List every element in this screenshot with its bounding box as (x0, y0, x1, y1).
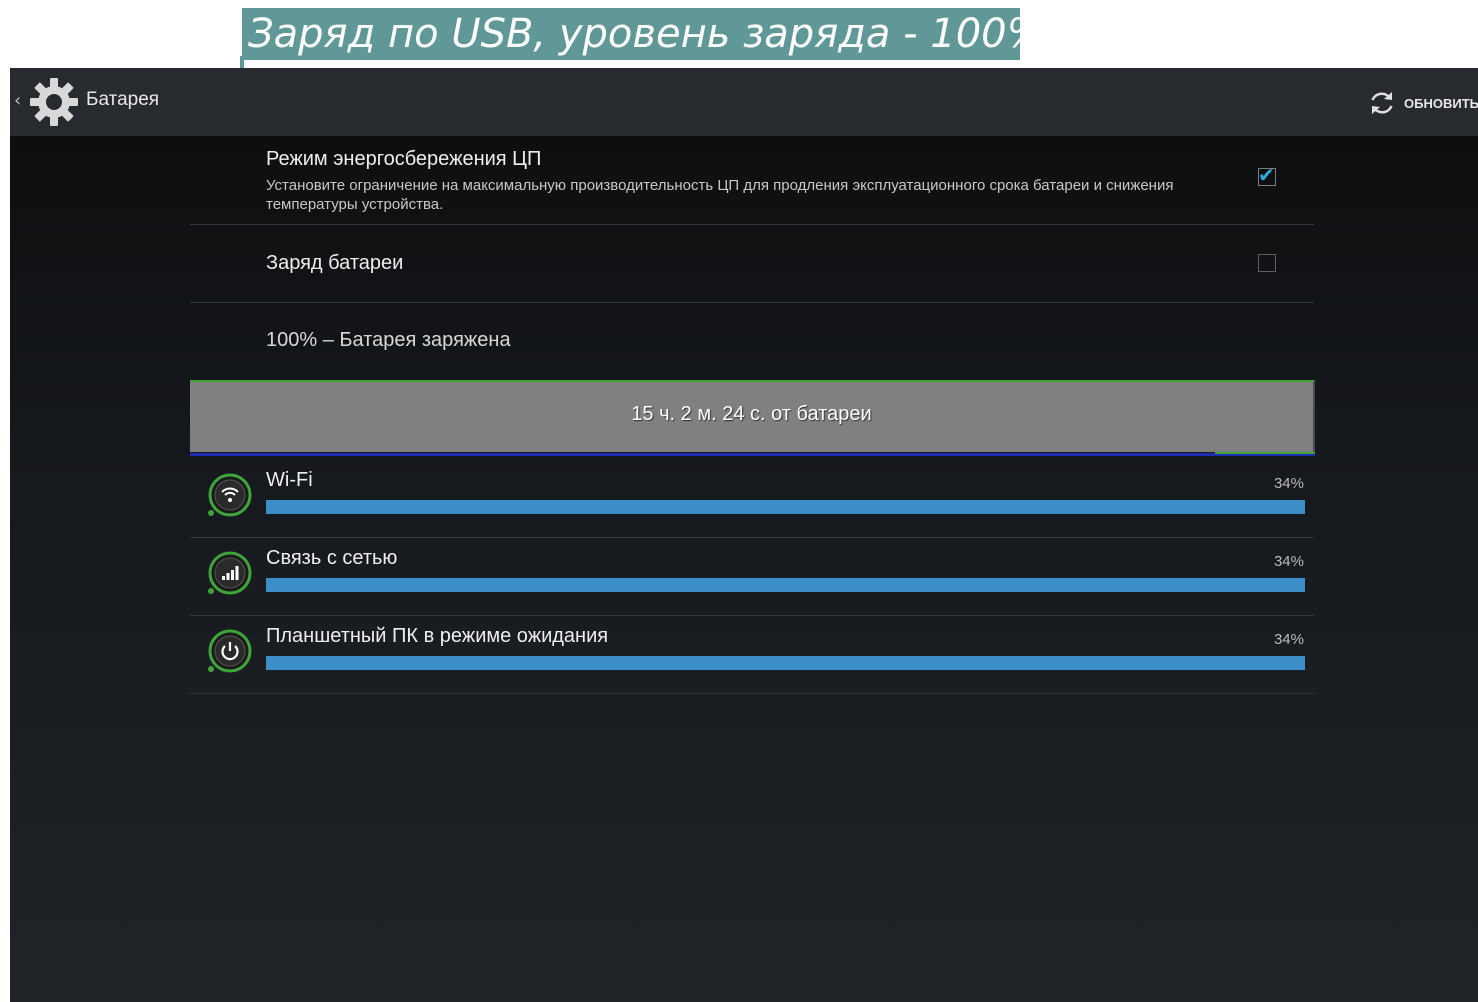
cpu-power-saving-summary: Установите ограничение на максимальную п… (266, 177, 1174, 213)
usage-percent: 34% (1273, 553, 1304, 570)
usage-bar-fill (266, 578, 1305, 592)
usage-label: Планшетный ПК в режиме ожидания (266, 625, 609, 647)
refresh-button[interactable]: ОБНОВИТЬ (1368, 86, 1478, 120)
signal-icon (208, 551, 252, 595)
graph-charging-indicator (1215, 452, 1315, 454)
checkmark-icon: ✔ (1258, 163, 1275, 187)
usage-row-network[interactable]: Связь с сетью 34% (190, 537, 1314, 616)
refresh-icon (1371, 92, 1393, 114)
battery-charge-checkbox[interactable] (1258, 254, 1276, 272)
cpu-power-saving-title: Режим энергосбережения ЦП (266, 148, 542, 170)
graph-time-label: 15 ч. 2 м. 24 с. от батареи (631, 403, 872, 425)
back-chevron-icon[interactable]: ‹ (14, 90, 21, 111)
settings-screen: ‹ Батарея ОБНОВИТЬ Режим энергосбережени… (10, 68, 1478, 1002)
cpu-power-saving-checkbox[interactable]: ✔ (1258, 163, 1276, 187)
usage-label: Связь с сетью (266, 547, 398, 569)
usage-row-wifi[interactable]: Wi-Fi 34% (190, 459, 1314, 538)
callout-annotation: Заряд по USB, уровень заряда - 100% (242, 8, 1020, 60)
action-bar: ‹ Батарея ОБНОВИТЬ (10, 68, 1478, 136)
battery-charge-row[interactable]: Заряд батареи (190, 225, 1314, 303)
usage-label: Wi-Fi (266, 469, 313, 491)
battery-history-graph[interactable]: 15 ч. 2 м. 24 с. от батареи (190, 380, 1315, 452)
usage-bar (266, 578, 1305, 592)
usage-bar-fill (266, 656, 1305, 670)
gear-icon[interactable] (28, 76, 80, 128)
usage-percent: 34% (1273, 475, 1304, 492)
wifi-icon (208, 473, 252, 517)
refresh-label: ОБНОВИТЬ (1404, 95, 1478, 111)
usage-bar-fill (266, 500, 1305, 514)
power-icon (208, 629, 252, 673)
usage-percent: 34% (1273, 631, 1304, 648)
cpu-power-saving-row[interactable]: Режим энергосбережения ЦП Установите огр… (190, 136, 1314, 225)
usage-row-standby[interactable]: Планшетный ПК в режиме ожидания 34% (190, 615, 1314, 694)
battery-charge-title: Заряд батареи (266, 252, 404, 274)
battery-status-text: 100% – Батарея заряжена (266, 329, 511, 351)
usage-bar (266, 500, 1305, 514)
page-title: Батарея (86, 89, 160, 110)
usage-bar (266, 656, 1305, 670)
graph-baseline (190, 453, 1315, 456)
